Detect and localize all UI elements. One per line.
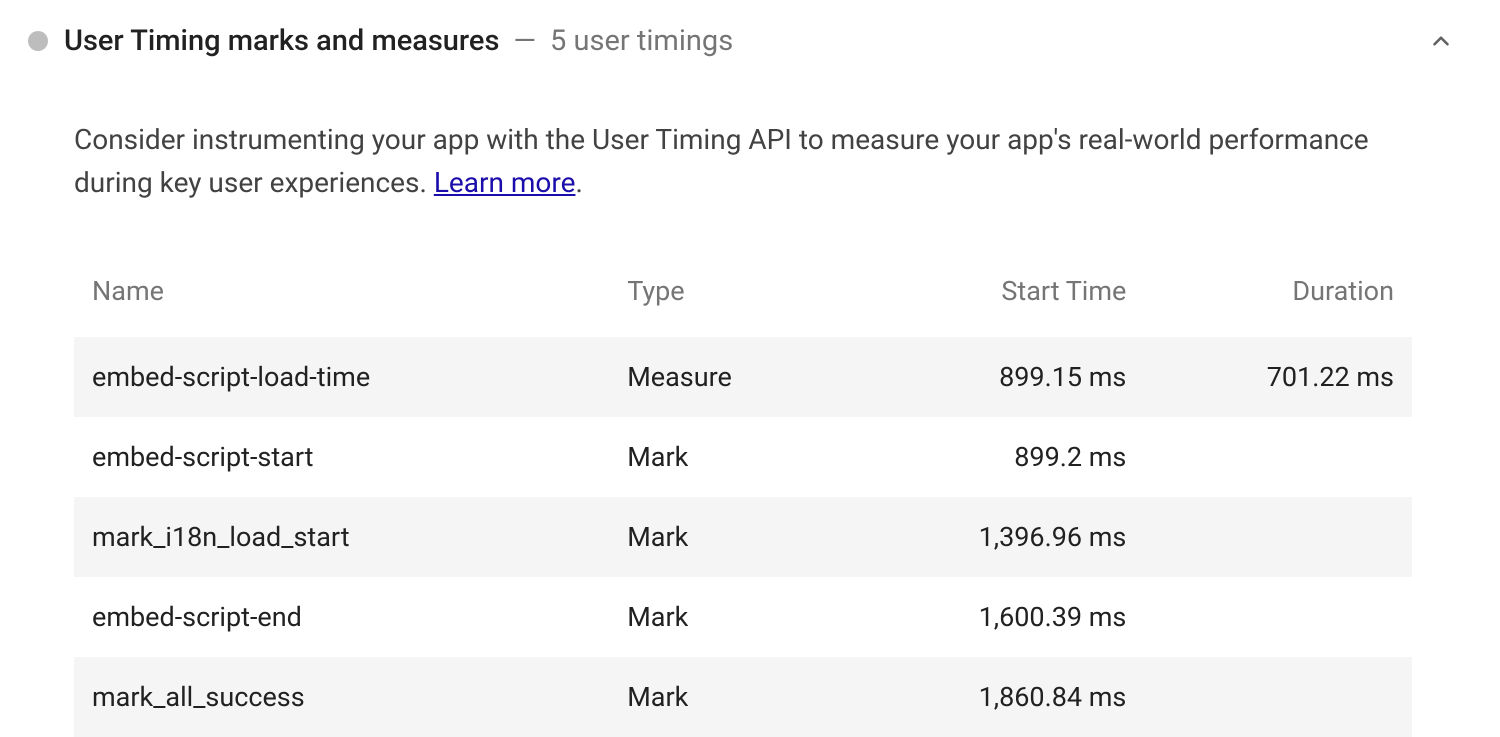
table-body: embed-script-load-time Measure 899.15 ms…: [74, 337, 1412, 737]
cell-start-time: 1,396.96 ms: [850, 497, 1144, 577]
cell-type: Measure: [609, 337, 850, 417]
col-header-type: Type: [609, 261, 850, 337]
table-header-row: Name Type Start Time Duration: [74, 261, 1412, 337]
audit-summary: 5 user timings: [550, 24, 733, 58]
user-timing-table: Name Type Start Time Duration embed-scri…: [74, 261, 1412, 737]
audit-description: Consider instrumenting your app with the…: [74, 118, 1394, 205]
cell-start-time: 899.15 ms: [850, 337, 1144, 417]
col-header-duration: Duration: [1144, 261, 1412, 337]
cell-duration: [1144, 497, 1412, 577]
col-header-start-time: Start Time: [850, 261, 1144, 337]
cell-name: mark_all_success: [74, 657, 609, 737]
cell-duration: 701.22 ms: [1144, 337, 1412, 417]
table-row: mark_all_success Mark 1,860.84 ms: [74, 657, 1412, 737]
cell-type: Mark: [609, 577, 850, 657]
description-text: Consider instrumenting your app with the…: [74, 123, 1369, 199]
cell-type: Mark: [609, 417, 850, 497]
audit-body: Consider instrumenting your app with the…: [28, 70, 1472, 737]
audit-header[interactable]: User Timing marks and measures — 5 user …: [28, 18, 1472, 70]
audit-title: User Timing marks and measures: [64, 24, 499, 58]
cell-type: Mark: [609, 657, 850, 737]
cell-type: Mark: [609, 497, 850, 577]
cell-name: embed-script-start: [74, 417, 609, 497]
table-row: mark_i18n_load_start Mark 1,396.96 ms: [74, 497, 1412, 577]
cell-duration: [1144, 417, 1412, 497]
chevron-up-icon: [1428, 28, 1454, 54]
cell-name: embed-script-load-time: [74, 337, 609, 417]
collapse-toggle[interactable]: [1422, 22, 1472, 60]
cell-start-time: 899.2 ms: [850, 417, 1144, 497]
cell-name: mark_i18n_load_start: [74, 497, 609, 577]
audit-title-line: User Timing marks and measures — 5 user …: [64, 24, 1406, 58]
cell-duration: [1144, 657, 1412, 737]
description-suffix: .: [575, 166, 582, 199]
col-header-name: Name: [74, 261, 609, 337]
audit-dash: —: [513, 24, 536, 58]
status-dot-icon: [28, 31, 48, 51]
table-row: embed-script-end Mark 1,600.39 ms: [74, 577, 1412, 657]
cell-start-time: 1,860.84 ms: [850, 657, 1144, 737]
cell-duration: [1144, 577, 1412, 657]
cell-start-time: 1,600.39 ms: [850, 577, 1144, 657]
table-row: embed-script-load-time Measure 899.15 ms…: [74, 337, 1412, 417]
learn-more-link[interactable]: Learn more: [434, 166, 576, 199]
cell-name: embed-script-end: [74, 577, 609, 657]
audit-user-timing: User Timing marks and measures — 5 user …: [0, 0, 1500, 737]
table-row: embed-script-start Mark 899.2 ms: [74, 417, 1412, 497]
